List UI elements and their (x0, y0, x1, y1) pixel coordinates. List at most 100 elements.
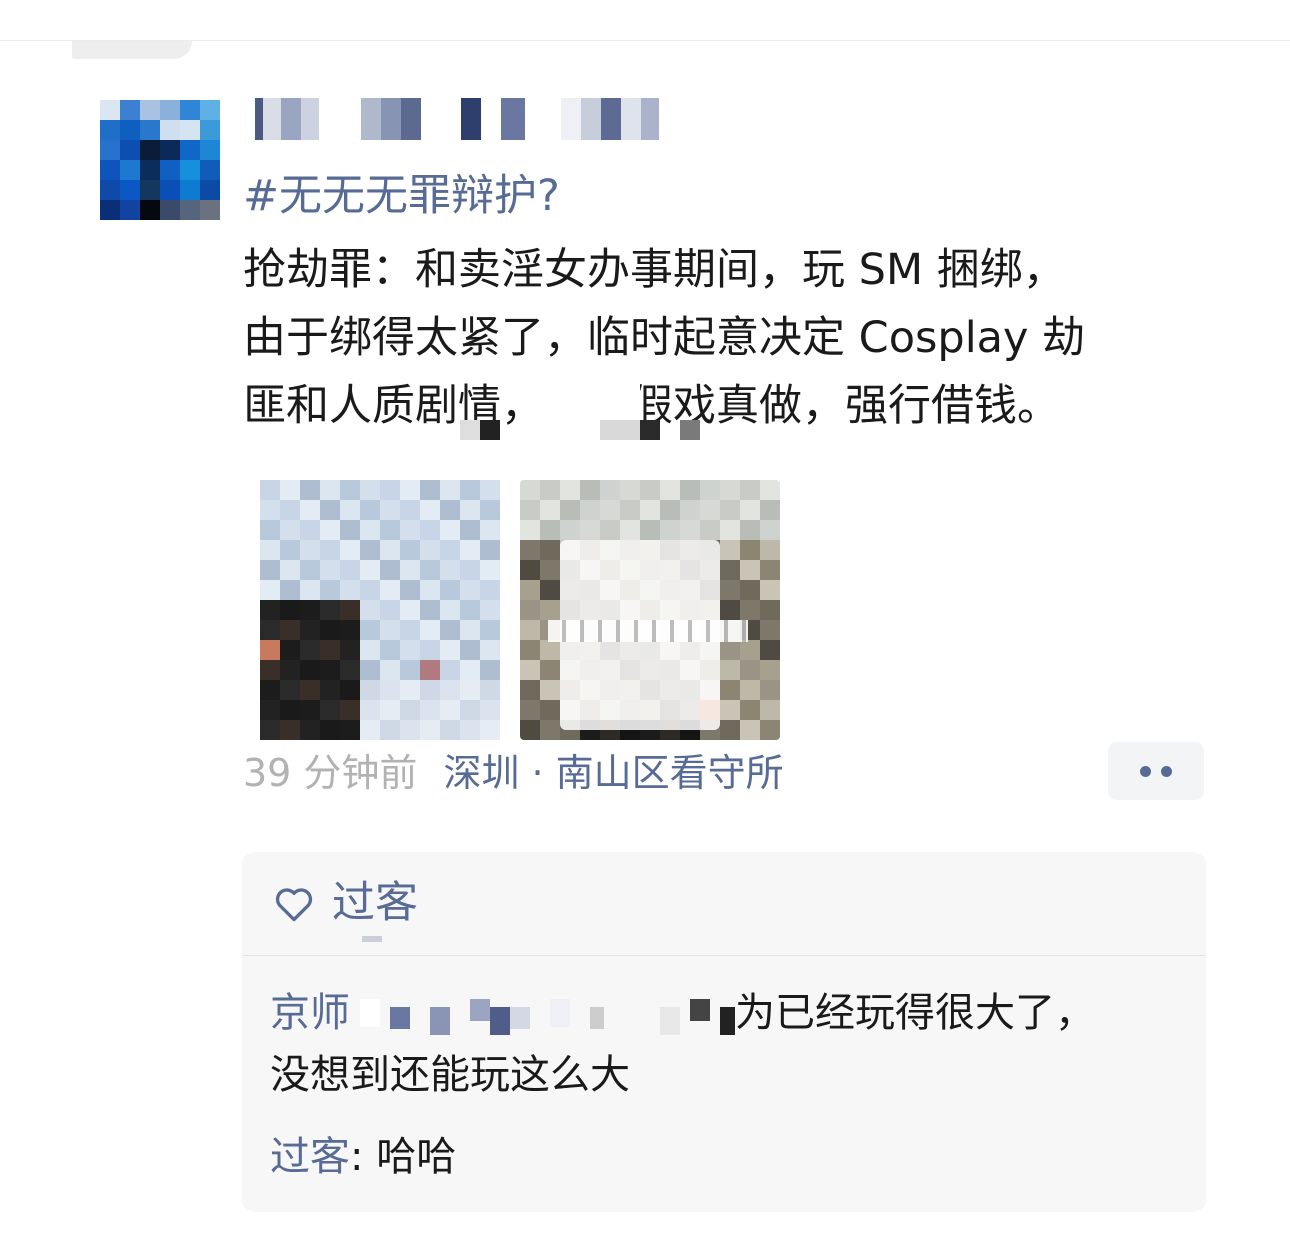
photo-mosaic-cell (460, 560, 480, 580)
photo-mosaic-cell (420, 500, 440, 520)
photo-mosaic-cell (400, 540, 420, 560)
photo-mosaic-cell (740, 600, 760, 620)
photo-mosaic-cell (300, 560, 320, 580)
photo-mosaic-cell (400, 580, 420, 600)
photo-mosaic-cell (720, 660, 740, 680)
like-user-name[interactable]: 过客 (332, 874, 418, 932)
photo-mosaic-cell (380, 720, 400, 740)
photo-mosaic-cell (720, 500, 740, 520)
photo-mosaic-cell (760, 560, 780, 580)
photo-mosaic-cell (300, 540, 320, 560)
photo-mosaic-cell (300, 660, 320, 680)
photo-mosaic-cell (560, 500, 580, 520)
avatar-mosaic-cell (100, 180, 120, 200)
photo-mosaic-cell (420, 580, 440, 600)
photo-mosaic-cell (340, 520, 360, 540)
photo-mosaic-cell (260, 640, 280, 660)
photo-mosaic-cell (280, 520, 300, 540)
photo-mosaic-cell (360, 640, 380, 660)
photo-mosaic-cell (660, 500, 680, 520)
photo-mosaic-cell (520, 580, 540, 600)
photo-mosaic-cell (740, 480, 760, 500)
photo-mosaic-cell (340, 540, 360, 560)
photo-mosaic-cell (640, 520, 660, 540)
photo-mosaic-cell (540, 540, 560, 560)
photo-mosaic-cell (280, 720, 300, 740)
comment-author[interactable]: 京师 (270, 990, 350, 1036)
photo-mosaic-cell (300, 480, 320, 500)
photo-mosaic-cell (320, 720, 340, 740)
photo-mosaic-cell (380, 600, 400, 620)
photo-mosaic-cell (720, 580, 740, 600)
avatar-mosaic-cell (160, 160, 180, 180)
avatar[interactable] (100, 100, 220, 220)
comment-author[interactable]: 过客 (270, 1134, 350, 1180)
avatar-mosaic-cell (120, 140, 140, 160)
photo-mosaic-cell (300, 520, 320, 540)
photo-mosaic-cell (320, 480, 340, 500)
photo-mosaic-cell (380, 660, 400, 680)
post-location[interactable]: 深圳 · 南山区看守所 (443, 751, 783, 795)
photo-mosaic-cell (740, 660, 760, 680)
photo-mosaic-cell (520, 680, 540, 700)
name-mosaic-cell (281, 98, 301, 140)
comment-text-1: 为已经玩得很大了， (735, 990, 1095, 1036)
photo-mosaic-cell (520, 540, 540, 560)
topic-hashtag[interactable]: #无无无罪辩护? (243, 168, 560, 224)
photo-mosaic-cell (340, 640, 360, 660)
comment-mosaic-cell (510, 1007, 530, 1029)
name-mosaic-cell (601, 98, 621, 140)
photo-mosaic-cell (460, 580, 480, 600)
comment-text: 哈哈 (376, 1134, 457, 1180)
photo-mosaic-cell (560, 520, 580, 540)
photo-mosaic-cell (520, 720, 540, 740)
photo-mosaic-cell (540, 560, 560, 580)
photo-mosaic-cell (300, 600, 320, 620)
avatar-mosaic-cell (180, 140, 200, 160)
photo-mosaic-cell (720, 600, 740, 620)
photo-mosaic-cell (340, 580, 360, 600)
post-photo-1[interactable] (260, 480, 500, 740)
username-redacted[interactable] (243, 98, 663, 140)
photo-mosaic-cell (280, 700, 300, 720)
heart-outline-icon (275, 888, 313, 922)
photo-mosaic-cell (260, 660, 280, 680)
photo-mosaic-cell (760, 700, 780, 720)
photo-mosaic-cell (320, 600, 340, 620)
photo-mosaic-cell (740, 720, 760, 740)
photo-mosaic-cell (420, 620, 440, 640)
photo-mosaic-cell (380, 640, 400, 660)
comment-item[interactable]: 京师 为已经玩得很大了， 没想到还能玩这么大 (270, 982, 1190, 1106)
comment-mosaic-cell (360, 999, 380, 1027)
post-time: 39 分钟前 (243, 751, 418, 795)
photo-mosaic-cell (540, 680, 560, 700)
photo-mosaic-cell (260, 520, 280, 540)
photo-mosaic-cell (260, 580, 280, 600)
post-meta: 39 分钟前 深圳 · 南山区看守所 (243, 748, 784, 798)
photo-mosaic-cell (400, 680, 420, 700)
photo-mosaic-cell (300, 680, 320, 700)
photo-mosaic-cell (640, 500, 660, 520)
photo-mosaic-cell (540, 520, 560, 540)
comment-item[interactable]: 过客: 哈哈 (270, 1127, 456, 1187)
avatar-mosaic-cell (200, 120, 220, 140)
photo-mosaic-cell (440, 680, 460, 700)
more-button[interactable] (1108, 742, 1204, 800)
post-content: 抢劫罪：和卖淫女办事期间，玩 SM 捆绑， 由于绑得太紧了，临时起意决定 Cos… (243, 236, 1243, 440)
photo-mosaic-cell (440, 540, 460, 560)
photo-mosaic-cell (280, 660, 300, 680)
photo-mosaic-cell (340, 680, 360, 700)
photo-mosaic-cell (400, 700, 420, 720)
photo-mosaic-cell (360, 520, 380, 540)
comment-mosaic-cell (470, 999, 490, 1021)
top-divider (0, 40, 1290, 41)
avatar-mosaic-cell (120, 120, 140, 140)
comment-mosaic-cell (690, 999, 710, 1021)
avatar-mosaic-cell (180, 100, 200, 120)
photo-mosaic-cell (740, 700, 760, 720)
photo-mosaic-cell (740, 560, 760, 580)
photo-mosaic-cell (360, 560, 380, 580)
photo-mosaic-cell (540, 660, 560, 680)
photo-mosaic-cell (260, 560, 280, 580)
photo-mosaic-cell (260, 540, 280, 560)
